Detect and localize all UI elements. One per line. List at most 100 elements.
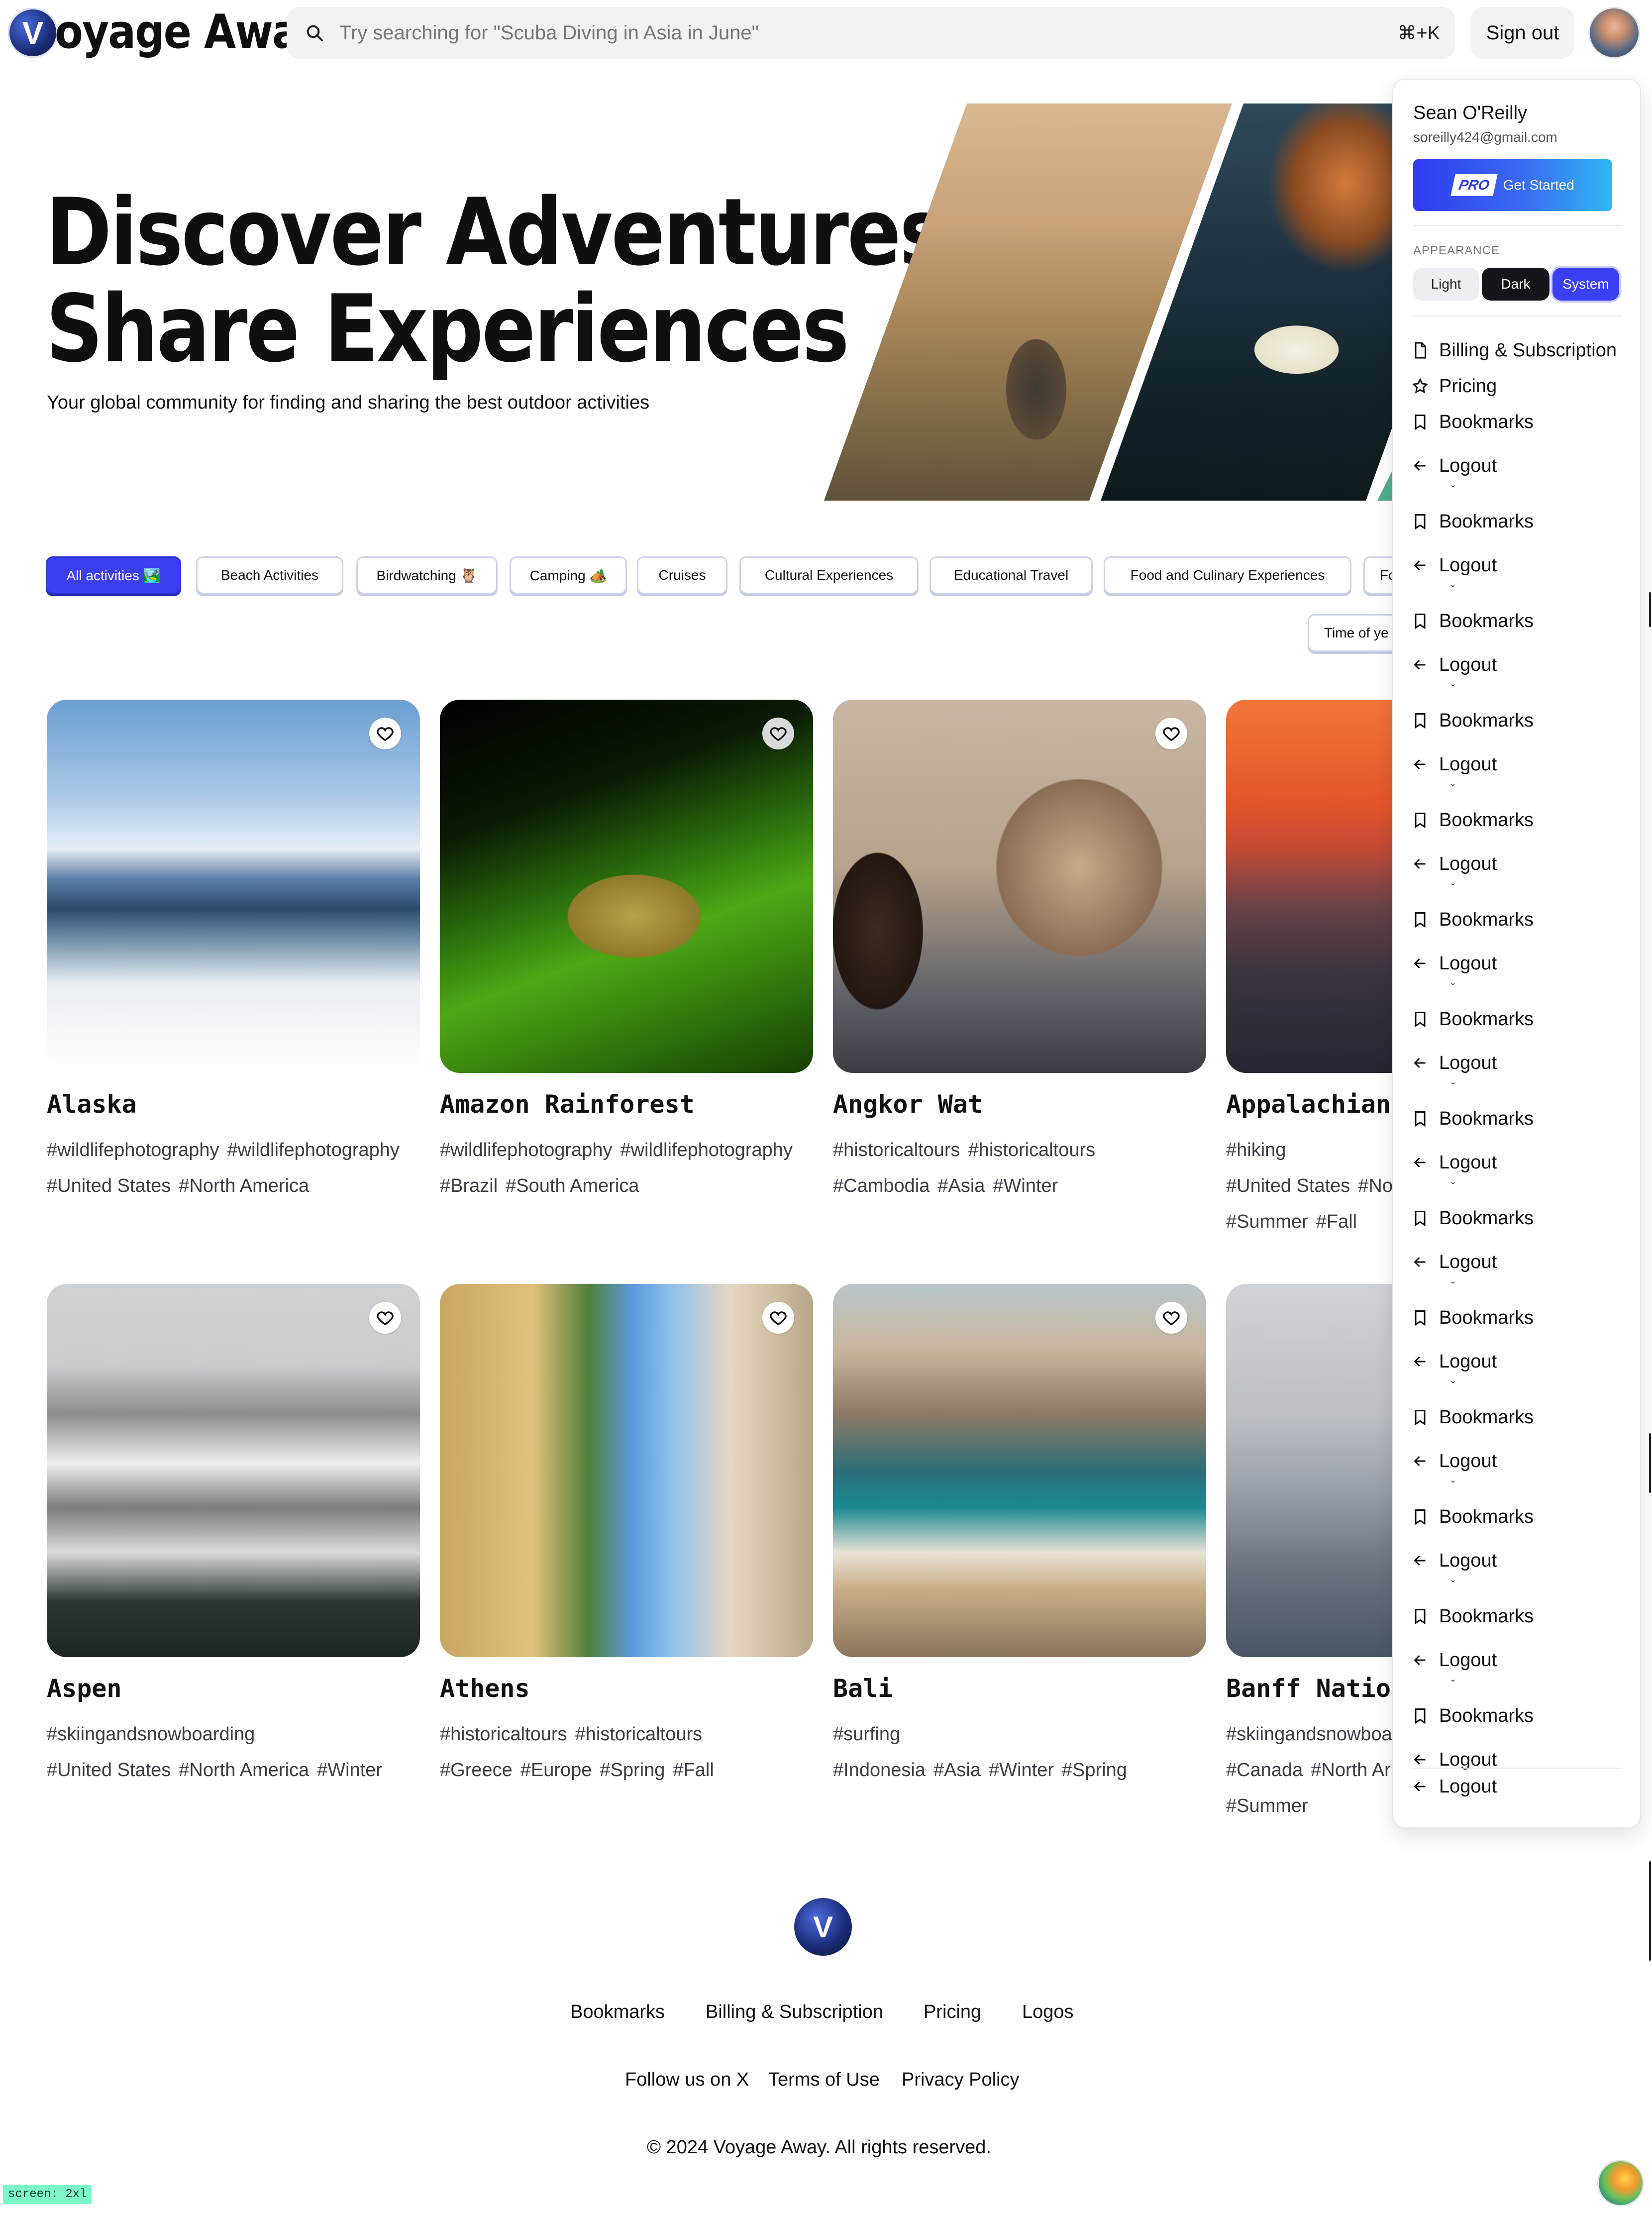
menu-item-bookmarks[interactable]: Bookmarks — [1411, 1502, 1534, 1532]
footer-link-privacy[interactable]: Privacy Policy — [902, 2069, 1020, 2091]
menu-item-logout[interactable]: Logout — [1411, 1048, 1497, 1078]
tag[interactable]: #wildlifephotography — [440, 1140, 612, 1160]
tag[interactable]: #Brazil — [440, 1175, 498, 1196]
tag[interactable]: #Asia — [933, 1760, 981, 1781]
menu-item-logout[interactable]: Logout — [1411, 451, 1497, 481]
user-avatar[interactable] — [1588, 7, 1640, 59]
filter-cruises[interactable]: Cruises — [637, 556, 727, 594]
menu-item-bookmarks[interactable]: Bookmarks — [1411, 1402, 1534, 1432]
tag[interactable]: #Summer — [1226, 1795, 1308, 1816]
tag[interactable]: #Asia — [937, 1175, 985, 1196]
tag[interactable]: #North America — [179, 1175, 309, 1196]
tag[interactable]: #skiingandsnowboa — [1226, 1724, 1392, 1745]
menu-item-bookmarks[interactable]: Bookmarks — [1411, 1601, 1534, 1631]
tag[interactable]: #Greece — [440, 1760, 513, 1781]
filter-camping[interactable]: Camping 🏕️ — [510, 556, 627, 594]
card-image-amazon-rainforest[interactable] — [440, 700, 813, 1073]
card-title-aspen[interactable]: Aspen — [47, 1674, 122, 1703]
brand-name[interactable]: oyage Away — [55, 5, 324, 60]
card-title-alaska[interactable]: Alaska — [47, 1090, 137, 1119]
tag[interactable]: #United States — [47, 1175, 171, 1196]
card-title-angkor-wat[interactable]: Angkor Wat — [833, 1090, 983, 1119]
filter-food-culinary[interactable]: Food and Culinary Experiences — [1104, 556, 1351, 594]
menu-item-logout[interactable]: Logout — [1411, 1247, 1497, 1277]
logo-icon[interactable]: V — [8, 8, 58, 58]
tag[interactable]: #Indonesia — [833, 1760, 926, 1781]
menu-item-logout[interactable]: Logout — [1411, 650, 1497, 680]
search-bar[interactable]: ⌘+K — [287, 7, 1455, 59]
footer-link-terms[interactable]: Terms of Use — [768, 2069, 880, 2091]
menu-item-logout-partial[interactable]: Logout — [1411, 1772, 1497, 1801]
footer-logo-icon[interactable]: V — [794, 1898, 852, 1956]
menu-item-bookmarks[interactable]: Bookmarks — [1411, 805, 1534, 835]
tag[interactable]: #skiingandsnowboarding — [47, 1724, 255, 1745]
pro-get-started-button[interactable]: PRO Get Started — [1413, 159, 1612, 211]
favorite-heart-icon[interactable] — [762, 718, 794, 749]
menu-item-bookmarks[interactable]: Bookmarks — [1411, 706, 1534, 736]
favorite-heart-icon[interactable] — [1155, 718, 1187, 749]
menu-item-pricing[interactable]: Pricing — [1411, 371, 1497, 401]
card-image-alaska[interactable] — [47, 700, 420, 1073]
footer-link-bookmarks[interactable]: Bookmarks — [570, 2002, 665, 2023]
tag[interactable]: #Winter — [317, 1760, 382, 1781]
tag[interactable]: #Fall — [1316, 1211, 1357, 1232]
favorite-heart-icon[interactable] — [369, 1302, 401, 1334]
appearance-light-button[interactable]: Light — [1413, 268, 1479, 301]
tag[interactable]: #hiking — [1226, 1140, 1286, 1160]
menu-item-bookmarks[interactable]: Bookmarks — [1411, 1701, 1534, 1731]
menu-item-bookmarks[interactable]: Bookmarks — [1411, 1004, 1534, 1034]
tag[interactable]: #Cambodia — [833, 1175, 929, 1196]
tag[interactable]: #Summer — [1226, 1211, 1308, 1232]
sign-out-button[interactable]: Sign out — [1471, 7, 1574, 59]
menu-item-logout[interactable]: Logout — [1411, 948, 1497, 978]
tag[interactable]: #United States — [1226, 1175, 1350, 1196]
card-title-bali[interactable]: Bali — [833, 1674, 893, 1703]
footer-link-follow-x[interactable]: Follow us on X — [625, 2069, 749, 2091]
menu-item-bookmarks[interactable]: Bookmarks — [1411, 1203, 1534, 1233]
tag[interactable]: #Spring — [1062, 1760, 1127, 1781]
menu-item-bookmarks[interactable]: Bookmarks — [1411, 1104, 1534, 1134]
tag[interactable]: #historicaltours — [968, 1140, 1096, 1160]
favorite-heart-icon[interactable] — [369, 718, 401, 749]
filter-time-of-year[interactable]: Time of ye — [1308, 614, 1402, 652]
card-image-angkor-wat[interactable] — [833, 700, 1206, 1073]
floating-app-icon[interactable] — [1597, 2160, 1644, 2207]
menu-item-logout[interactable]: Logout — [1411, 550, 1497, 580]
menu-item-logout[interactable]: Logout — [1411, 1148, 1497, 1177]
card-image-aspen[interactable] — [47, 1284, 420, 1657]
tag[interactable]: #South America — [506, 1175, 639, 1196]
tag[interactable]: #Winter — [989, 1760, 1054, 1781]
favorite-heart-icon[interactable] — [762, 1302, 794, 1334]
favorite-heart-icon[interactable] — [1155, 1302, 1187, 1334]
appearance-dark-button[interactable]: Dark — [1482, 268, 1549, 301]
footer-link-billing[interactable]: Billing & Subscription — [706, 2002, 883, 2023]
menu-item-logout[interactable]: Logout — [1411, 1645, 1497, 1675]
filter-cultural-experiences[interactable]: Cultural Experiences — [739, 556, 919, 594]
search-input[interactable] — [338, 21, 1398, 45]
tag[interactable]: #wildlifephotography — [47, 1140, 219, 1160]
tag[interactable]: #Winter — [993, 1175, 1058, 1196]
card-title-banff[interactable]: Banff Nation — [1226, 1674, 1406, 1703]
card-image-bali[interactable] — [833, 1284, 1206, 1657]
card-image-athens[interactable] — [440, 1284, 813, 1657]
tag[interactable]: #North Ar — [1311, 1760, 1391, 1781]
menu-item-bookmarks[interactable]: Bookmarks — [1411, 606, 1534, 636]
menu-item-logout[interactable]: Logout — [1411, 1546, 1497, 1576]
tag[interactable]: #historicaltours — [575, 1724, 703, 1745]
menu-item-bookmarks[interactable]: Bookmarks — [1411, 507, 1534, 536]
menu-item-logout[interactable]: Logout — [1411, 1745, 1497, 1775]
tag[interactable]: #historicaltours — [833, 1140, 960, 1160]
menu-item-bookmarks[interactable]: Bookmarks — [1411, 905, 1534, 935]
tag[interactable]: #Fall — [673, 1760, 714, 1781]
card-title-athens[interactable]: Athens — [440, 1674, 530, 1703]
tag[interactable]: #wildlifephotography — [620, 1140, 792, 1160]
tag[interactable]: #United States — [47, 1760, 171, 1781]
card-title-appalachian[interactable]: Appalachian — [1226, 1090, 1391, 1119]
footer-link-pricing[interactable]: Pricing — [924, 2002, 981, 2023]
tag[interactable]: #wildlifephotography — [227, 1140, 399, 1160]
filter-beach-activities[interactable]: Beach Activities — [196, 556, 343, 594]
filter-all-activities[interactable]: All activities 🏞️ — [46, 556, 181, 594]
filter-educational-travel[interactable]: Educational Travel — [929, 556, 1093, 594]
menu-item-billing[interactable]: Billing & Subscription — [1411, 335, 1617, 365]
filter-birdwatching[interactable]: Birdwatching 🦉 — [356, 556, 498, 594]
